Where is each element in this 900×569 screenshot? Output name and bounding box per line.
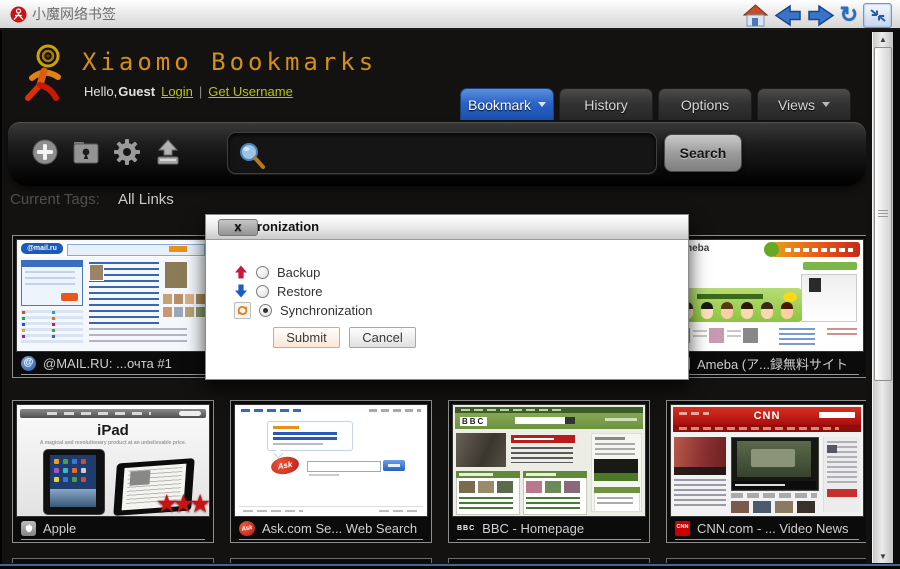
option-label-synchronization[interactable]: Synchronization [280, 303, 373, 318]
current-tags-label: Current Tags: [10, 191, 100, 208]
settings-gear-icon[interactable] [112, 137, 142, 167]
bookmark-caption: @ @MAIL.RU: ...очта #1 [16, 353, 210, 373]
window-titlebar: 小魔网络书签 ↻ [0, 0, 900, 30]
app-window: 小魔网络书签 ↻ [0, 0, 900, 569]
bookmark-card-partial [666, 558, 866, 563]
export-icon[interactable] [154, 138, 182, 167]
login-link[interactable]: Login [161, 84, 193, 99]
bookmark-caption: Ask Ask.com Se... Web Search [234, 518, 428, 538]
main-nav: Bookmark History Options Views [460, 88, 851, 120]
tab-views[interactable]: Views [757, 88, 851, 120]
chevron-down-icon [538, 102, 546, 107]
forward-icon[interactable] [807, 4, 835, 27]
bookmark-card-partial [230, 558, 432, 563]
radio-synchronization[interactable] [259, 304, 272, 317]
scroll-down-icon[interactable]: ▼ [873, 549, 893, 563]
bbc-logo: BBC [460, 417, 487, 426]
current-tags-value: All Links [118, 191, 174, 208]
mailru-thumbnail: @mail.ru [16, 239, 210, 352]
bookmark-card-apple[interactable]: iPad A magical and revolutionary product… [12, 400, 214, 543]
mailru-favicon-icon: @ [21, 356, 36, 371]
ask-thumbnail: Ask [234, 404, 428, 517]
rating-stars: ★★★ [157, 491, 207, 517]
ipad-title: iPad [17, 422, 209, 439]
search-button[interactable]: Search [664, 134, 742, 172]
dialog-option-synchronization: Synchronization [234, 302, 373, 318]
private-folder-icon[interactable] [72, 138, 100, 166]
bookmark-caption: BBC BBC - Homepage [452, 518, 646, 538]
app-logo-icon [10, 6, 27, 23]
bbc-thumbnail: BBC [452, 404, 646, 517]
window-title: 小魔网络书签 [32, 4, 116, 24]
bookmark-card-ask[interactable]: Ask Ask Ask.com Se... Web Search [230, 400, 432, 543]
bookmark-caption: a Ameba (ア...録無料サイト [670, 353, 864, 373]
apple-favicon-icon [21, 521, 36, 536]
cancel-button[interactable]: Cancel [349, 327, 416, 348]
radio-backup[interactable] [256, 266, 269, 279]
refresh-icon[interactable]: ↻ [840, 3, 858, 27]
restore-arrow-down-icon [234, 284, 248, 298]
xiaomo-logo-icon [18, 42, 72, 104]
cnn-favicon-icon: CNN [675, 521, 690, 536]
bookmark-card-ameba[interactable]: Ameba a Ameba (ア...録無料サイト [666, 235, 866, 378]
dialog-titlebar: Synchronization x [206, 215, 688, 240]
collapse-icon[interactable] [863, 3, 892, 28]
search-input[interactable] [272, 137, 652, 169]
bookmark-caption: CNN CNN.com - ... Video News [670, 518, 864, 538]
current-tags-bar: Current Tags: All Links [10, 191, 174, 208]
dialog-option-backup: Backup [234, 264, 320, 280]
ask-logo: Ask [270, 455, 301, 477]
mailru-logo: @mail.ru [21, 243, 63, 254]
page-title: Xiaomo Bookmarks [82, 48, 377, 76]
tab-options[interactable]: Options [658, 88, 752, 120]
cnn-thumbnail: CNN [670, 404, 864, 517]
add-bookmark-icon[interactable] [30, 137, 60, 167]
tab-bookmark[interactable]: Bookmark [460, 88, 554, 120]
bookmark-caption: Apple [16, 518, 210, 538]
bookmark-card-bbc[interactable]: BBC [448, 400, 650, 543]
vertical-scrollbar[interactable]: ▲ ▼ [872, 32, 893, 563]
bookmark-card-partial [448, 558, 650, 563]
tab-history[interactable]: History [559, 88, 653, 120]
scrollbar-thumb[interactable] [874, 47, 892, 381]
back-icon[interactable] [774, 4, 802, 27]
scrollbar-grip [878, 210, 888, 217]
close-icon[interactable]: x [218, 219, 258, 236]
toolbar: Search [8, 122, 866, 186]
bookmark-card-cnn[interactable]: CNN CNN [666, 400, 866, 543]
home-icon[interactable] [742, 3, 769, 28]
bbc-favicon-icon: BBC [457, 521, 475, 536]
submit-button[interactable]: Submit [273, 327, 340, 348]
greeting-row: Hello, Guest Login | Get Username [84, 84, 293, 99]
ameba-thumbnail: Ameba [670, 239, 864, 352]
backup-arrow-up-icon [234, 265, 248, 279]
bookmark-card-mailru[interactable]: @mail.ru @ @MAIL.RU: ...очта #1 [12, 235, 214, 378]
ask-favicon-icon: Ask [238, 519, 256, 537]
window-left-border [0, 30, 2, 569]
get-username-link[interactable]: Get Username [208, 84, 293, 99]
separator: | [199, 84, 202, 99]
greeting-label: Hello, [84, 84, 117, 99]
chevron-down-icon [822, 102, 830, 107]
search-icon [238, 141, 266, 169]
scroll-up-icon[interactable]: ▲ [873, 32, 893, 46]
search-box [227, 132, 657, 174]
radio-restore[interactable] [256, 285, 269, 298]
option-label-restore[interactable]: Restore [277, 284, 323, 299]
dialog-option-restore: Restore [234, 283, 323, 299]
sync-arrows-icon [234, 302, 251, 319]
window-right-border [893, 30, 900, 569]
bookmark-card-partial [12, 558, 214, 563]
ipad-tagline: A magical and revolutionary product at a… [17, 440, 209, 446]
synchronization-dialog: Synchronization x Backup Restore [205, 214, 689, 380]
username: Guest [118, 84, 155, 99]
option-label-backup[interactable]: Backup [277, 265, 320, 280]
